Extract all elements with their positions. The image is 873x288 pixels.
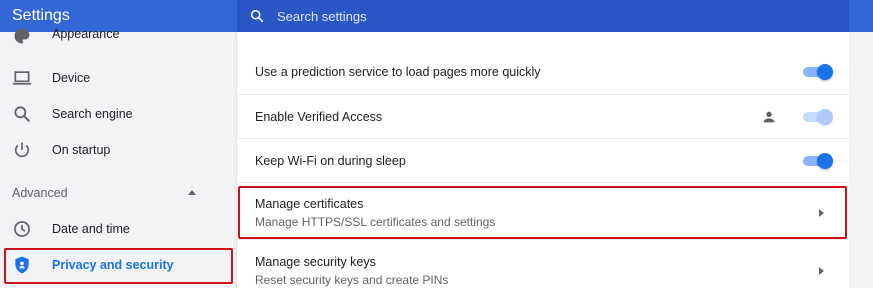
prediction-service-toggle[interactable] — [803, 64, 833, 80]
verified-access-toggle[interactable] — [803, 109, 833, 125]
setting-row-wifi-sleep[interactable]: Keep Wi-Fi on during sleep — [237, 138, 849, 182]
sidebar-item-appearance[interactable]: Appearance — [0, 24, 237, 60]
sidebar-item-label: On startup — [52, 143, 111, 157]
search-bar[interactable] — [237, 0, 849, 32]
setting-row-verified-access[interactable]: Enable Verified Access — [237, 94, 849, 138]
setting-title: Manage security keys — [255, 255, 376, 269]
sidebar-item-on-startup[interactable]: On startup — [0, 132, 237, 168]
sidebar-item-search-engine[interactable]: Search engine — [0, 96, 237, 132]
search-icon — [250, 9, 264, 23]
setting-subtitle: Reset security keys and create PINs — [255, 273, 449, 287]
sidebar-item-label: Date and time — [52, 222, 130, 236]
laptop-icon — [12, 71, 32, 85]
chevron-right-icon[interactable] — [819, 267, 824, 275]
highlight-box-certificates — [238, 186, 847, 239]
section-label-advanced: Advanced — [12, 186, 68, 200]
wifi-sleep-toggle[interactable] — [803, 153, 833, 169]
sidebar-item-label: Search engine — [52, 107, 133, 121]
search-input[interactable] — [277, 6, 837, 26]
power-icon — [14, 142, 30, 158]
setting-title: Enable Verified Access — [255, 110, 383, 124]
clock-icon — [14, 221, 30, 237]
sidebar-item-date-and-time[interactable]: Date and time — [0, 211, 237, 247]
sidebar-item-label: Appearance — [52, 27, 120, 41]
app-title: Settings — [12, 7, 70, 24]
settings-card: Use a prediction service to load pages m… — [237, 32, 849, 288]
person-icon — [763, 111, 775, 123]
setting-title: Use a prediction service to load pages m… — [255, 65, 541, 79]
setting-row-prediction-service[interactable]: Use a prediction service to load pages m… — [237, 50, 849, 94]
highlight-box-privacy — [4, 248, 233, 284]
search-icon — [14, 106, 30, 122]
collapse-advanced-icon[interactable] — [188, 190, 196, 195]
sidebar-item-label: Device — [52, 71, 91, 85]
sidebar-item-device[interactable]: Device — [0, 60, 237, 96]
setting-row-security-keys[interactable]: Manage security keys Reset security keys… — [237, 239, 849, 288]
palette-icon — [14, 28, 30, 44]
setting-title: Keep Wi-Fi on during sleep — [255, 154, 406, 168]
page-background — [849, 32, 873, 288]
